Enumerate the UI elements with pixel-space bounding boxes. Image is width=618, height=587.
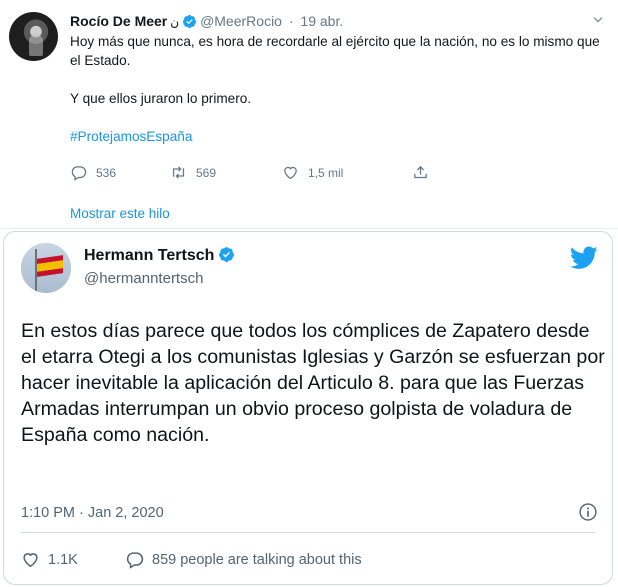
separator-dot: · <box>288 13 294 29</box>
reply-count: 536 <box>96 165 117 180</box>
reply-button[interactable]: 536 <box>70 164 116 181</box>
like-icon <box>284 166 297 180</box>
talking-about-text: 859 people are talking about this <box>152 551 362 568</box>
tweet-header: Rocío De Meer ن @MeerRocio · 19 abr. <box>70 12 343 31</box>
tweet-text: Hoy más que nunca, es hora de recordarle… <box>70 32 610 146</box>
author-avatar[interactable] <box>9 12 58 61</box>
embedded-actions: 1.1K 859 people are talking about this <box>21 550 581 572</box>
tweet[interactable]: Rocío De Meer ن @MeerRocio · 19 abr. Hoy m… <box>0 0 618 228</box>
hashtag-link[interactable]: #ProtejamosEspaña <box>70 127 610 146</box>
reply-icon <box>71 166 87 181</box>
share-icon <box>414 165 427 179</box>
embedded-like-button[interactable]: 1.1K <box>21 550 78 569</box>
retweet-icon <box>172 166 185 179</box>
chevron-down-icon[interactable] <box>590 12 606 28</box>
embedded-timestamp[interactable]: 1:10 PM · Jan 2, 2020 <box>21 505 164 521</box>
author-name[interactable]: Rocío De Meer <box>70 13 167 29</box>
embedded-author-name[interactable]: Hermann Tertsch <box>84 247 214 264</box>
verified-badge-icon <box>219 247 235 262</box>
embedded-author-name-row: Hermann Tertsch <box>84 246 235 265</box>
reply-icon <box>126 552 144 569</box>
show-thread-link[interactable]: Mostrar este hilo <box>70 206 170 221</box>
share-button[interactable] <box>412 164 429 181</box>
divider <box>21 532 595 533</box>
tweet-date[interactable]: 19 abr. <box>300 13 343 29</box>
like-button[interactable]: 1,5 mil <box>282 164 343 181</box>
embedded-author-handle[interactable]: @hermanntertsch <box>84 270 203 287</box>
tweet-text-paragraph: Hoy más que nunca, es hora de recordarle… <box>70 34 600 68</box>
info-icon[interactable] <box>578 502 598 522</box>
author-name-suffix: ن <box>170 15 180 29</box>
retweet-count: 569 <box>196 165 217 180</box>
like-count: 1,5 mil <box>308 165 344 180</box>
twitter-bird-icon[interactable] <box>570 246 598 270</box>
tweet-actions: 536 569 1,5 mil <box>70 164 510 184</box>
verified-badge-icon <box>182 14 197 29</box>
tweet-text-paragraph: Y que ellos juraron lo primero. <box>70 91 252 106</box>
embedded-tweet[interactable]: Hermann Tertsch @hermanntertsch En estos… <box>3 231 613 585</box>
author-handle[interactable]: @MeerRocio <box>200 13 282 29</box>
embedded-author-avatar[interactable] <box>21 243 71 293</box>
conversation-button[interactable]: 859 people are talking about this <box>125 550 362 569</box>
like-icon <box>23 553 38 568</box>
embedded-like-count: 1.1K <box>48 551 78 568</box>
divider <box>0 228 618 229</box>
retweet-button[interactable]: 569 <box>170 164 216 181</box>
embedded-tweet-text: En estos días parece que todos los cómpl… <box>21 320 605 446</box>
